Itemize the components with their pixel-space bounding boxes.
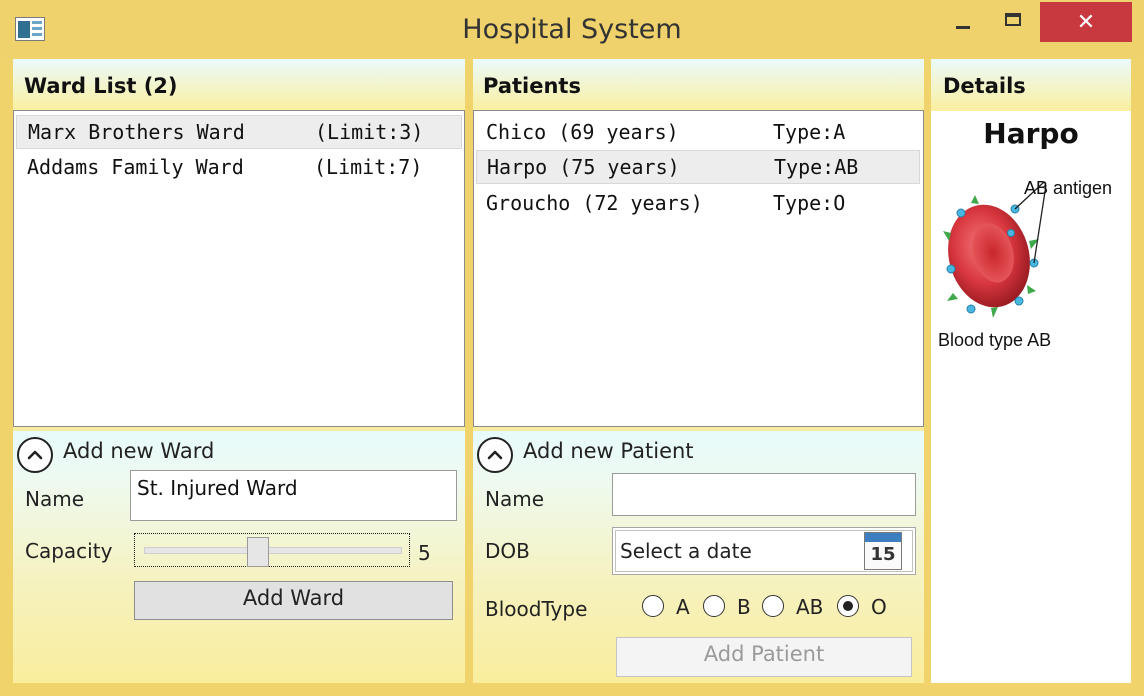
patient-name: Chico (69 years) xyxy=(486,120,679,144)
slider-track xyxy=(144,547,402,554)
ward-listbox[interactable]: Marx Brothers Ward (Limit:3) Addams Fami… xyxy=(13,110,465,427)
maximize-button[interactable] xyxy=(990,2,1036,42)
ward-name-label: Name xyxy=(25,487,85,511)
add-ward-button[interactable]: Add Ward xyxy=(134,581,453,620)
details-panel: Details Harpo AB antigen Blood type AB xyxy=(931,59,1131,683)
dob-datepicker[interactable]: Select a date 15 xyxy=(612,527,916,575)
ward-list-item[interactable]: Marx Brothers Ward (Limit:3) xyxy=(16,115,462,149)
antigen-label: AB antigen xyxy=(1024,178,1112,198)
patient-name-label: Name xyxy=(485,487,545,511)
patient-name: Groucho (72 years) xyxy=(486,191,703,215)
ward-list-header: Ward List (2) xyxy=(13,59,465,111)
patient-name-input[interactable] xyxy=(612,473,916,516)
ward-panel: Ward List (2) Marx Brothers Ward (Limit:… xyxy=(13,59,465,683)
patient-type: Type:A xyxy=(773,120,846,144)
collapse-chevron-icon[interactable] xyxy=(17,437,53,473)
bloodtype-radio-a[interactable] xyxy=(642,595,664,617)
ward-name: Addams Family Ward xyxy=(27,155,244,179)
add-ward-expander: Add new Ward Name St. Injured Ward Capac… xyxy=(13,431,465,683)
bloodtype-radio-o[interactable] xyxy=(837,595,859,617)
bloodtype-radio-ab[interactable] xyxy=(762,595,784,617)
add-ward-expander-label[interactable]: Add new Ward xyxy=(63,439,214,463)
minimize-button[interactable] xyxy=(940,2,986,42)
add-patient-button[interactable]: Add Patient xyxy=(616,637,912,677)
patients-listbox[interactable]: Chico (69 years) Type:A Harpo (75 years)… xyxy=(473,110,924,427)
patients-header: Patients xyxy=(473,59,924,111)
blood-type-caption: Blood type AB xyxy=(938,330,1051,350)
ward-limit: (Limit:7) xyxy=(314,155,423,179)
ward-name: Marx Brothers Ward xyxy=(28,120,245,144)
collapse-chevron-icon[interactable] xyxy=(477,437,513,473)
add-patient-expander: Add new Patient Name DOB Select a date 1… xyxy=(473,431,924,683)
patients-panel: Patients Chico (69 years) Type:A Harpo (… xyxy=(473,59,924,683)
bloodtype-option-a: A xyxy=(676,595,690,619)
bloodtype-radio-b[interactable] xyxy=(703,595,725,617)
bloodtype-option-ab: AB xyxy=(796,595,824,619)
ward-name-input[interactable]: St. Injured Ward xyxy=(130,470,457,521)
close-button[interactable]: ✕ xyxy=(1040,2,1132,42)
maximize-icon xyxy=(1005,12,1021,26)
patient-name: Harpo (75 years) xyxy=(487,155,680,179)
dob-label: DOB xyxy=(485,539,530,563)
capacity-value: 5 xyxy=(418,541,431,565)
calendar-icon[interactable]: 15 xyxy=(864,532,902,570)
capacity-label: Capacity xyxy=(25,539,113,563)
close-icon: ✕ xyxy=(1076,9,1096,35)
patient-list-item[interactable]: Harpo (75 years) Type:AB xyxy=(476,150,920,184)
blood-cell-image: AB antigen Blood type AB xyxy=(938,178,1112,350)
ward-limit: (Limit:3) xyxy=(315,120,424,144)
bloodtype-option-b: B xyxy=(737,595,751,619)
details-patient-name: Harpo xyxy=(983,117,1079,150)
details-header: Details xyxy=(931,59,1131,111)
slider-thumb[interactable] xyxy=(247,537,269,567)
patient-list-item[interactable]: Groucho (72 years) Type:O xyxy=(476,186,920,220)
add-patient-expander-label[interactable]: Add new Patient xyxy=(523,439,694,463)
bloodtype-option-o: O xyxy=(871,595,887,619)
minimize-icon xyxy=(956,25,970,29)
calendar-day: 15 xyxy=(870,544,896,565)
patient-type: Type:O xyxy=(773,191,846,215)
ward-list-item[interactable]: Addams Family Ward (Limit:7) xyxy=(16,150,462,184)
title-bar: Hospital System ✕ xyxy=(0,0,1144,58)
bloodtype-label: BloodType xyxy=(485,597,588,621)
patient-list-item[interactable]: Chico (69 years) Type:A xyxy=(476,115,920,149)
patient-type: Type:AB xyxy=(774,155,859,179)
dob-placeholder: Select a date xyxy=(620,539,752,563)
capacity-slider[interactable] xyxy=(134,533,410,567)
